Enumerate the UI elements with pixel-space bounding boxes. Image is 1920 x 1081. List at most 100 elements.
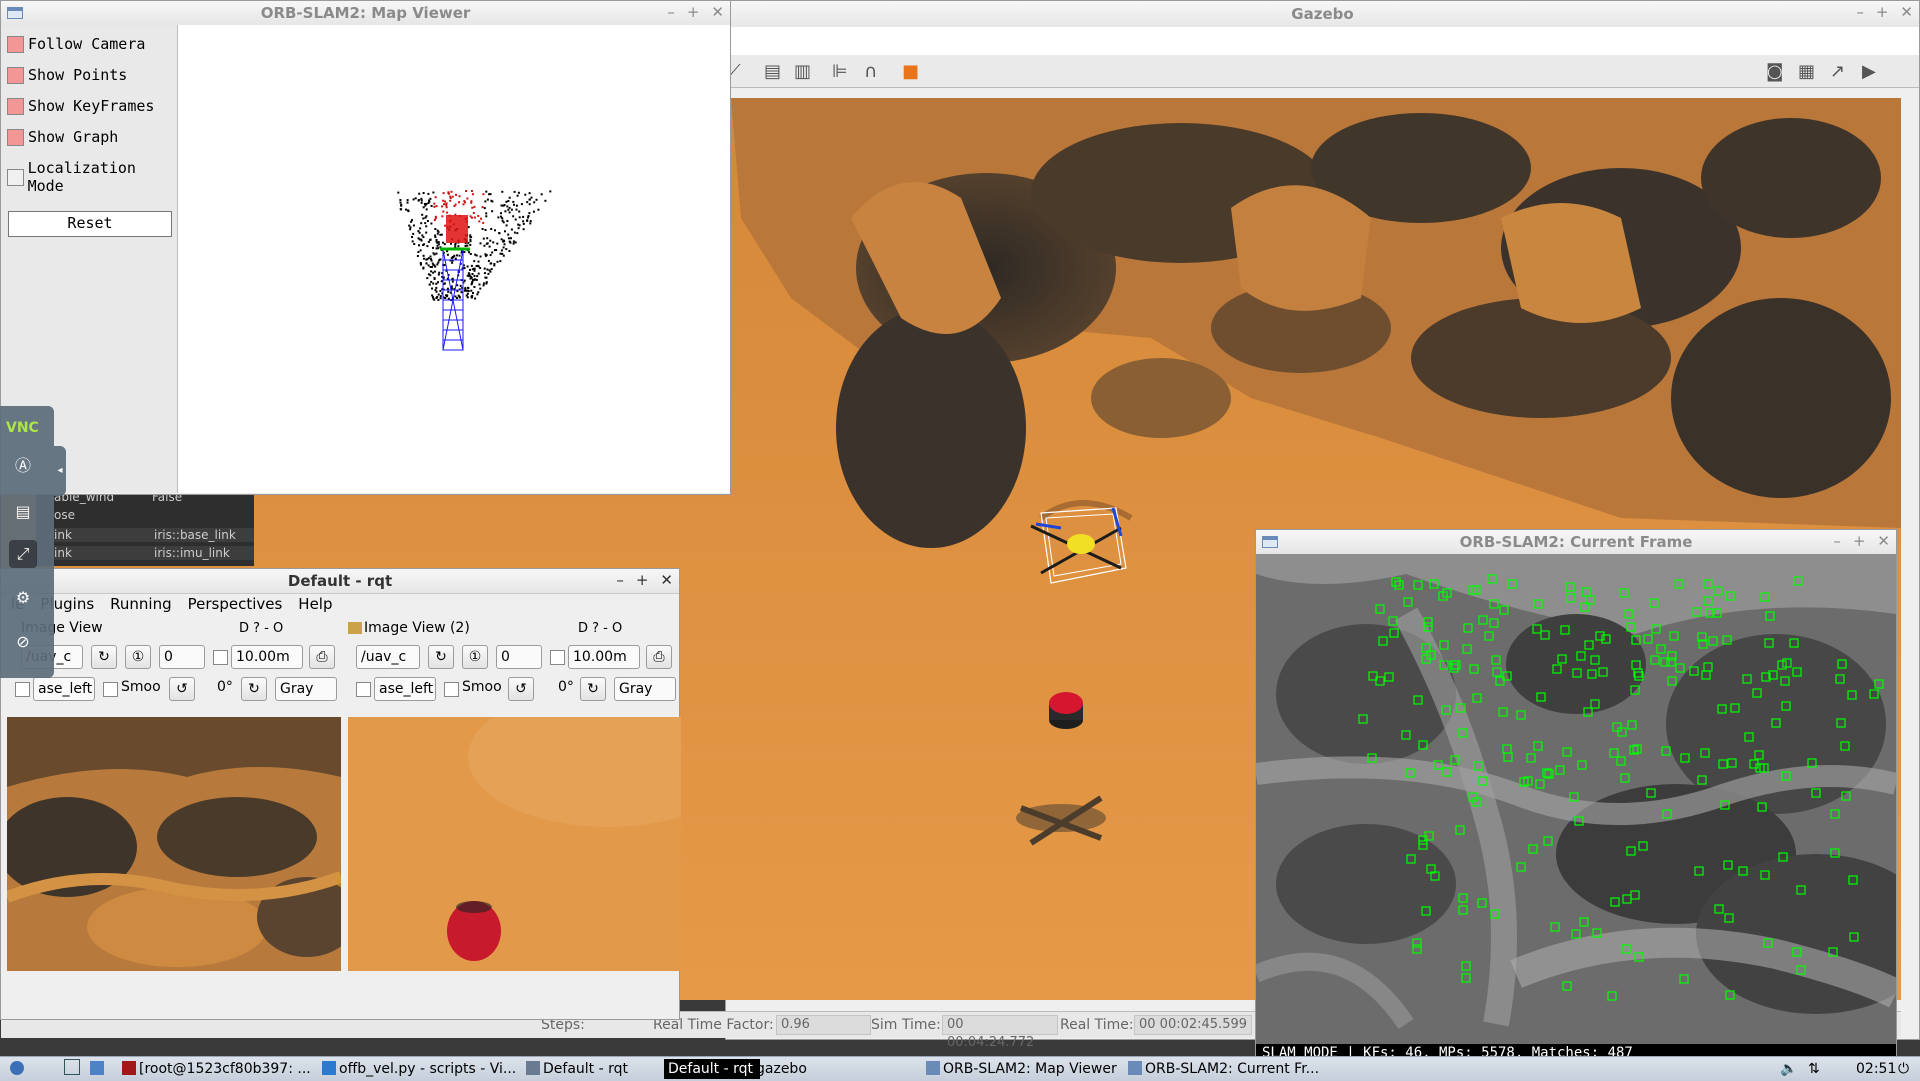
show-keyframes-option[interactable]: Show KeyFrames	[7, 97, 154, 115]
save-icon[interactable]: ⎙	[309, 645, 335, 669]
map-point	[527, 215, 530, 217]
minimize-icon[interactable]: –	[1856, 3, 1864, 21]
close-icon[interactable]: ✕	[711, 3, 724, 21]
localization-mode-checkbox[interactable]	[7, 168, 24, 186]
show-graph-checkbox[interactable]	[7, 128, 24, 146]
tree-row[interactable]: ose	[54, 508, 75, 522]
align-icon[interactable]: ⊫	[832, 61, 848, 82]
close-icon[interactable]: ✕	[1877, 532, 1890, 550]
taskbar-current-frame[interactable]: ORB-SLAM2: Current Fr...	[1124, 1059, 1332, 1079]
show-keyframes-checkbox[interactable]	[7, 97, 24, 115]
view-angle-icon[interactable]: ■	[902, 61, 919, 82]
camera-icon[interactable]: ◙	[1766, 61, 1783, 82]
map-point	[421, 213, 424, 216]
map-point	[422, 217, 425, 220]
map-point	[485, 281, 488, 284]
power-icon[interactable]: ⏻	[1894, 1059, 1920, 1079]
number-spinbox[interactable]: 0	[159, 645, 205, 669]
disconnect-icon[interactable]: ⊘	[9, 628, 37, 656]
gazebo-titlebar[interactable]: Gazebo – + ✕	[726, 1, 1919, 28]
show-points-checkbox[interactable]	[7, 66, 24, 84]
log-icon[interactable]: ▦	[1798, 61, 1815, 82]
keyboard-icon[interactable]: Ⓐ	[9, 452, 37, 480]
settings-icon[interactable]: ⚙	[9, 584, 37, 612]
map-point	[518, 216, 521, 219]
max-range-spinbox[interactable]: 10.00m	[568, 645, 640, 669]
reset-button[interactable]: Reset	[8, 211, 172, 237]
map-point	[438, 259, 441, 262]
refresh-icon[interactable]: ↻	[91, 645, 117, 669]
smooth-checkbox[interactable]	[444, 682, 459, 697]
close-icon[interactable]: ✕	[1900, 3, 1913, 21]
dynamic-range-checkbox[interactable]	[213, 650, 228, 665]
taskbar-rqt-active[interactable]: Default - rqt	[664, 1059, 760, 1079]
topic2-select[interactable]: ase_left	[33, 677, 95, 701]
minimize-icon[interactable]: –	[1833, 532, 1841, 550]
file-manager-icon[interactable]	[86, 1059, 116, 1079]
number-spinbox[interactable]: 0	[496, 645, 542, 669]
start-menu-icon[interactable]	[6, 1059, 52, 1079]
follow-camera-option[interactable]: Follow Camera	[7, 35, 145, 53]
zoom-1-icon[interactable]: ①	[125, 645, 151, 669]
taskbar-vscode[interactable]: offb_vel.py - scripts - Vi...	[318, 1059, 518, 1079]
copy-icon[interactable]: ▤	[764, 61, 781, 82]
map-point	[416, 255, 419, 257]
current-frame-titlebar[interactable]: ORB-SLAM2: Current Frame – + ✕	[1256, 530, 1896, 555]
map-point	[426, 245, 429, 248]
rotate-right-icon[interactable]: ↻	[580, 677, 606, 701]
maximize-icon[interactable]: +	[1853, 532, 1866, 550]
maximize-icon[interactable]: +	[687, 3, 700, 21]
map-point	[528, 192, 531, 195]
max-range-spinbox[interactable]: 10.00m	[231, 645, 303, 669]
color-scheme-select[interactable]: Gray	[614, 677, 676, 701]
show-points-option[interactable]: Show Points	[7, 66, 127, 84]
panel-1-controls[interactable]: D ? - O	[239, 617, 283, 639]
topic-select[interactable]: /uav_c	[356, 645, 420, 669]
zoom-1-icon[interactable]: ①	[462, 645, 488, 669]
rotate-left-icon[interactable]: ↺	[508, 677, 534, 701]
tree-row[interactable]: ink iris::imu_link	[54, 546, 254, 560]
maximize-icon[interactable]: +	[1876, 3, 1889, 21]
save-icon[interactable]: ⎙	[646, 645, 672, 669]
topic2-checkbox[interactable]	[15, 682, 30, 697]
minimize-icon[interactable]: –	[667, 3, 675, 21]
panel-2-controls[interactable]: D ? - O	[578, 617, 622, 639]
map-viewer-title: ORB-SLAM2: Map Viewer	[260, 4, 471, 22]
taskbar-rqt-1[interactable]: Default - rqt	[522, 1059, 670, 1079]
dynamic-range-checkbox[interactable]	[550, 650, 565, 665]
plot-icon[interactable]: ↗	[1830, 61, 1845, 82]
taskbar-gazebo[interactable]: gazebo	[752, 1059, 920, 1079]
fullscreen-icon[interactable]: ⤢	[9, 540, 37, 568]
rotate-right-icon[interactable]: ↻	[241, 677, 267, 701]
paste-icon[interactable]: ▥	[794, 61, 811, 82]
topic2-select[interactable]: ase_left	[374, 677, 436, 701]
taskbar-terminal[interactable]: [root@1523cf80b397: ...	[118, 1059, 316, 1079]
show-graph-option[interactable]: Show Graph	[7, 128, 118, 146]
clipboard-icon[interactable]: ▤	[9, 498, 37, 526]
map-point	[524, 193, 527, 196]
topic2-checkbox[interactable]	[356, 682, 371, 697]
follow-camera-checkbox[interactable]	[7, 35, 24, 53]
video-icon[interactable]: ▶	[1862, 61, 1876, 82]
magnet-icon[interactable]: ∩	[864, 61, 877, 82]
taskbar-map-viewer[interactable]: ORB-SLAM2: Map Viewer	[922, 1059, 1130, 1079]
map-point	[487, 272, 490, 275]
keyframe-trajectory	[442, 249, 464, 351]
network-icon[interactable]: ⇅	[1804, 1059, 1834, 1079]
map-viewer-titlebar[interactable]: ORB-SLAM2: Map Viewer – + ✕	[1, 1, 730, 26]
map-point-cloud-view[interactable]	[178, 25, 730, 493]
map-point	[455, 193, 457, 196]
collapse-handle-icon[interactable]: ◂	[54, 446, 66, 496]
smooth-checkbox[interactable]	[103, 682, 118, 697]
map-point	[437, 243, 440, 246]
map-point	[454, 257, 457, 260]
localization-mode-option[interactable]: Localization Mode	[7, 159, 177, 195]
refresh-icon[interactable]: ↻	[428, 645, 454, 669]
color-scheme-select[interactable]: Gray	[275, 677, 337, 701]
rotate-left-icon[interactable]: ↺	[169, 677, 195, 701]
map-point	[522, 220, 525, 223]
tree-row[interactable]: ink iris::base_link	[54, 528, 254, 542]
map-point	[516, 194, 519, 197]
volume-icon[interactable]: 🔈	[1776, 1059, 1806, 1079]
map-point	[471, 281, 474, 284]
